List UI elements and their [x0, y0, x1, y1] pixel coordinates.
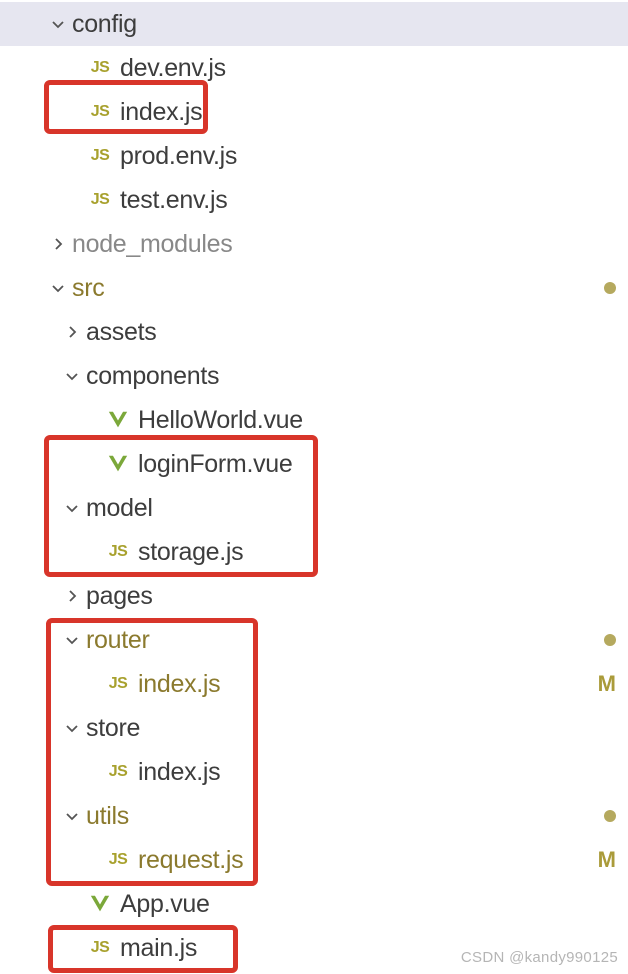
js-file-icon: JS	[104, 763, 132, 781]
js-file-icon: JS	[86, 191, 114, 209]
js-file-icon: JS	[104, 675, 132, 693]
js-file-icon: JS	[86, 147, 114, 165]
folder-row[interactable]: router	[0, 618, 628, 662]
js-badge-text: JS	[109, 675, 128, 693]
file-label: loginForm.vue	[138, 450, 293, 479]
vue-file-icon	[86, 893, 114, 915]
modified-dot-icon	[604, 634, 616, 646]
chevron-right-icon[interactable]	[62, 588, 82, 604]
folder-row[interactable]: assets	[0, 310, 628, 354]
chevron-down-icon[interactable]	[62, 720, 82, 736]
chevron-right-icon[interactable]	[48, 236, 68, 252]
file-row[interactable]: JS index.js	[0, 90, 628, 134]
folder-label: config	[72, 10, 137, 39]
chevron-down-icon[interactable]	[62, 368, 82, 384]
file-label: dev.env.js	[120, 54, 226, 83]
chevron-down-icon[interactable]	[48, 16, 68, 32]
chevron-down-icon[interactable]	[62, 808, 82, 824]
file-label: main.js	[120, 934, 197, 963]
folder-row[interactable]: src	[0, 266, 628, 310]
js-file-icon: JS	[86, 939, 114, 957]
folder-row[interactable]: model	[0, 486, 628, 530]
status-badge-area	[604, 282, 616, 294]
vue-file-icon	[104, 409, 132, 431]
js-badge-text: JS	[91, 939, 110, 957]
js-file-icon: JS	[104, 851, 132, 869]
status-badge-area: M	[598, 671, 616, 697]
js-badge-text: JS	[109, 851, 128, 869]
folder-row[interactable]: store	[0, 706, 628, 750]
modified-badge: M	[598, 847, 616, 873]
file-label: storage.js	[138, 538, 243, 567]
js-file-icon: JS	[86, 103, 114, 121]
folder-row[interactable]: components	[0, 354, 628, 398]
status-badge-area: M	[598, 847, 616, 873]
file-label: HelloWorld.vue	[138, 406, 303, 435]
file-row[interactable]: JS test.env.js	[0, 178, 628, 222]
file-row[interactable]: loginForm.vue	[0, 442, 628, 486]
js-badge-text: JS	[91, 191, 110, 209]
file-label: index.js	[120, 98, 202, 127]
file-row[interactable]: JS index.js M	[0, 662, 628, 706]
file-label: index.js	[138, 670, 220, 699]
file-tree: config JS dev.env.js JS index.js JS prod.env.j…	[0, 0, 628, 970]
file-label: index.js	[138, 758, 220, 787]
chevron-right-icon[interactable]	[62, 324, 82, 340]
chevron-down-icon[interactable]	[62, 632, 82, 648]
chevron-down-icon[interactable]	[62, 500, 82, 516]
folder-row[interactable]: pages	[0, 574, 628, 618]
folder-row[interactable]: config	[0, 2, 628, 46]
status-badge-area	[604, 634, 616, 646]
modified-dot-icon	[604, 810, 616, 822]
file-row[interactable]: HelloWorld.vue	[0, 398, 628, 442]
folder-label: node_modules	[72, 230, 232, 259]
folder-label: utils	[86, 802, 129, 831]
js-file-icon: JS	[104, 543, 132, 561]
js-badge-text: JS	[91, 103, 110, 121]
folder-label: components	[86, 362, 219, 391]
vue-file-icon	[104, 453, 132, 475]
folder-label: router	[86, 626, 150, 655]
folder-row[interactable]: utils	[0, 794, 628, 838]
folder-label: src	[72, 274, 104, 303]
chevron-down-icon[interactable]	[48, 280, 68, 296]
modified-badge: M	[598, 671, 616, 697]
file-label: request.js	[138, 846, 243, 875]
js-badge-text: JS	[109, 543, 128, 561]
js-file-icon: JS	[86, 59, 114, 77]
file-row[interactable]: JS storage.js	[0, 530, 628, 574]
file-row[interactable]: JS prod.env.js	[0, 134, 628, 178]
file-row[interactable]: JS request.js M	[0, 838, 628, 882]
file-row[interactable]: App.vue	[0, 882, 628, 926]
watermark-text: CSDN @kandy990125	[461, 949, 618, 966]
file-label: prod.env.js	[120, 142, 237, 171]
folder-row[interactable]: node_modules	[0, 222, 628, 266]
js-badge-text: JS	[91, 147, 110, 165]
modified-dot-icon	[604, 282, 616, 294]
folder-label: assets	[86, 318, 156, 347]
js-badge-text: JS	[109, 763, 128, 781]
file-row[interactable]: JS index.js	[0, 750, 628, 794]
file-label: test.env.js	[120, 186, 227, 215]
file-row[interactable]: JS dev.env.js	[0, 46, 628, 90]
file-label: App.vue	[120, 890, 210, 919]
js-badge-text: JS	[91, 59, 110, 77]
folder-label: model	[86, 494, 153, 523]
folder-label: pages	[86, 582, 153, 611]
folder-label: store	[86, 714, 140, 743]
status-badge-area	[604, 810, 616, 822]
